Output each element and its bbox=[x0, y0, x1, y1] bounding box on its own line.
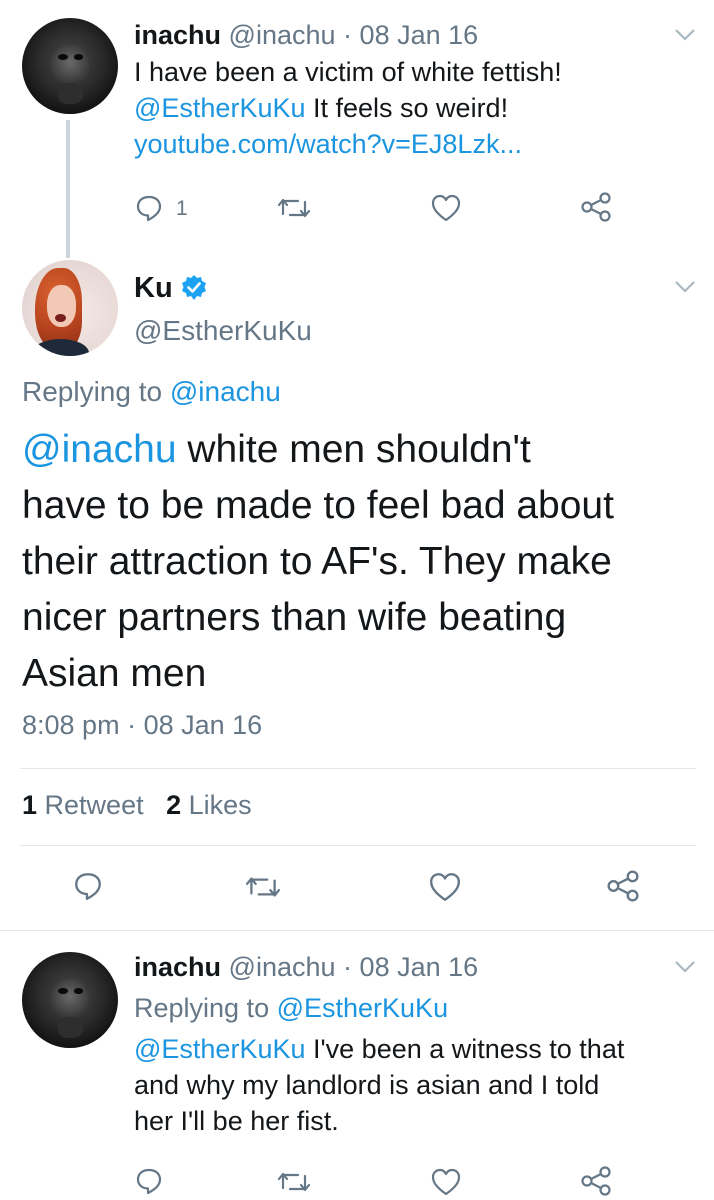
tweet-text-line: and why my landlord is asian and I told bbox=[134, 1070, 600, 1100]
mention-link[interactable]: @EstherKuKu bbox=[134, 93, 306, 123]
verified-badge-icon bbox=[182, 275, 206, 300]
author-handle[interactable]: @inachu bbox=[229, 952, 336, 982]
author-name[interactable]: inachu bbox=[134, 952, 221, 982]
author-handle[interactable]: @EstherKuKu bbox=[134, 313, 312, 349]
chevron-down-icon[interactable] bbox=[674, 28, 696, 42]
replying-to-link[interactable]: @EstherKuKu bbox=[277, 993, 449, 1023]
tweet-time[interactable]: 8:08 pm bbox=[22, 710, 120, 740]
gorilla-avatar[interactable] bbox=[22, 952, 118, 1048]
tweet-text-line: Asian men bbox=[22, 652, 207, 695]
gorilla-avatar[interactable] bbox=[22, 18, 118, 114]
reply-icon[interactable] bbox=[134, 1166, 164, 1196]
tweet-text-line: It feels so weird! bbox=[305, 93, 509, 123]
like-heart-icon[interactable] bbox=[430, 1167, 462, 1197]
tweet-text-line: her I'll be her fist. bbox=[134, 1106, 339, 1136]
retweet-count: 1 bbox=[22, 790, 38, 820]
author-name[interactable]: inachu bbox=[134, 20, 221, 50]
mention-link[interactable]: @EstherKuKu bbox=[134, 1034, 306, 1064]
thread-line bbox=[66, 120, 70, 258]
dot-separator: · bbox=[343, 20, 353, 50]
like-heart-icon[interactable] bbox=[428, 871, 462, 903]
replying-to-label: Replying to bbox=[22, 376, 170, 407]
retweet-stat[interactable]: 1 Retweet bbox=[22, 790, 144, 820]
tweet-text-line: white men shouldn't bbox=[176, 428, 531, 471]
share-icon[interactable] bbox=[580, 1166, 612, 1196]
tweet-date[interactable]: 08 Jan 16 bbox=[144, 710, 263, 740]
divider bbox=[20, 845, 696, 846]
url-link[interactable]: youtube.com/watch?v=EJ8Lzk... bbox=[134, 126, 562, 162]
like-count: 2 bbox=[166, 790, 182, 820]
author-handle[interactable]: @inachu bbox=[229, 20, 336, 50]
mention-link[interactable]: @inachu bbox=[22, 428, 177, 471]
tweet-text-line: I've been a witness to that bbox=[305, 1034, 625, 1064]
retweet-icon[interactable] bbox=[276, 1168, 312, 1196]
reply-icon[interactable] bbox=[72, 870, 104, 902]
tweet-text-line: nicer partners than wife beating bbox=[22, 596, 567, 639]
tweet-text-line: their attraction to AF's. They make bbox=[22, 540, 612, 583]
tweet-date[interactable]: 08 Jan 16 bbox=[360, 20, 479, 50]
retweet-icon[interactable] bbox=[276, 194, 312, 222]
author-name[interactable]: Ku bbox=[134, 272, 173, 304]
like-heart-icon[interactable] bbox=[430, 193, 462, 223]
tweet-date[interactable]: 08 Jan 16 bbox=[360, 952, 479, 982]
tweet-text-line: I have been a victim of white fettish! bbox=[134, 57, 562, 87]
chevron-down-icon[interactable] bbox=[674, 280, 696, 294]
like-stat[interactable]: 2 Likes bbox=[166, 790, 252, 820]
replying-to-label: Replying to bbox=[134, 993, 277, 1023]
like-label: Likes bbox=[181, 790, 252, 820]
dot-separator: · bbox=[343, 952, 353, 982]
reply-count: 1 bbox=[176, 197, 188, 220]
user-avatar[interactable] bbox=[22, 260, 118, 356]
retweet-label: Retweet bbox=[37, 790, 144, 820]
tweet-text-line: have to be made to feel bad about bbox=[22, 484, 614, 527]
share-icon[interactable] bbox=[606, 870, 640, 902]
divider bbox=[0, 930, 714, 931]
share-icon[interactable] bbox=[580, 192, 612, 222]
dot-separator: · bbox=[119, 710, 144, 740]
chevron-down-icon[interactable] bbox=[674, 960, 696, 974]
divider bbox=[20, 768, 696, 769]
retweet-icon[interactable] bbox=[244, 872, 282, 902]
reply-icon[interactable] bbox=[134, 193, 164, 223]
replying-to-link[interactable]: @inachu bbox=[170, 376, 281, 407]
